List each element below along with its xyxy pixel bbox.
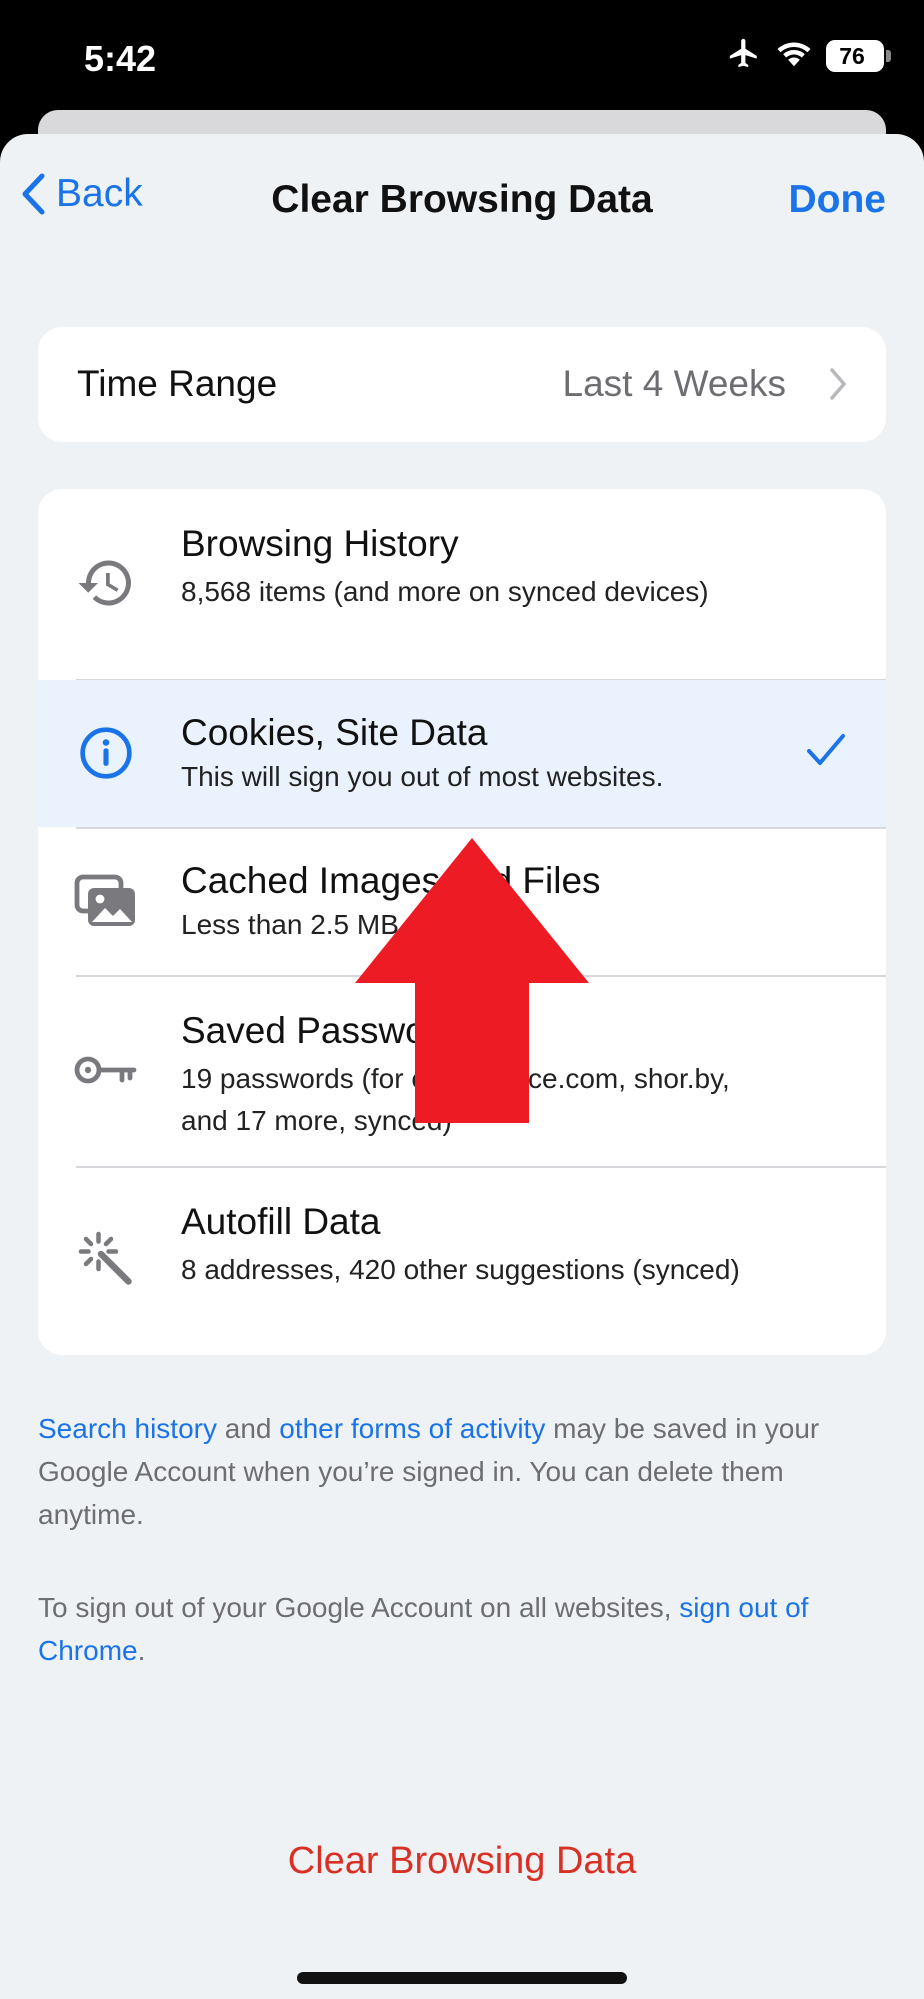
row-title: Autofill Data <box>181 1201 381 1242</box>
row-subtitle: 8,568 items (and more on synced devices) <box>181 576 709 607</box>
wifi-icon <box>776 38 812 73</box>
time-range-row[interactable]: Time Range Last 4 Weeks <box>38 327 886 442</box>
history-icon <box>74 551 138 615</box>
navigation-bar: Back Clear Browsing Data Done <box>0 134 924 270</box>
battery-indicator: 76 <box>826 39 891 72</box>
time-range-value: Last 4 Weeks <box>562 363 786 404</box>
home-indicator <box>297 1972 627 1984</box>
footer-text: . <box>137 1635 146 1666</box>
checkmark-icon <box>807 734 845 765</box>
row-subtitle: 8 addresses, 420 other suggestions (sync… <box>181 1254 740 1285</box>
sign-out-note: To sign out of your Google Account on al… <box>38 1586 858 1672</box>
cookies-site-data-row[interactable]: Cookies, Site Data This will sign you ou… <box>38 680 886 827</box>
footer-text: and <box>216 1413 280 1444</box>
done-button[interactable]: Done <box>789 178 887 222</box>
images-icon <box>74 870 138 934</box>
airplane-icon <box>726 36 762 75</box>
other-activity-link[interactable]: other forms of activity <box>279 1413 545 1444</box>
clear-browsing-data-button[interactable]: Clear Browsing Data <box>0 1840 924 1883</box>
row-title: Cookies, Site Data <box>181 712 488 753</box>
autofill-data-row[interactable]: Autofill Data 8 addresses, 420 other sug… <box>38 1167 886 1355</box>
page-title: Clear Browsing Data <box>271 178 653 221</box>
chevron-right-icon <box>830 368 846 400</box>
red-arrow-annotation <box>355 838 589 1123</box>
status-icons: 76 <box>726 36 891 75</box>
account-activity-note: Search history and other forms of activi… <box>38 1407 858 1536</box>
battery-cap <box>886 49 891 62</box>
info-icon <box>74 721 138 785</box>
status-time: 5:42 <box>84 38 157 79</box>
magic-wand-icon <box>74 1227 138 1291</box>
row-title: Browsing History <box>181 523 459 564</box>
footer-text: To sign out of your Google Account on al… <box>38 1592 680 1623</box>
key-icon <box>74 1038 138 1102</box>
battery-level: 76 <box>839 42 865 69</box>
search-history-link[interactable]: Search history <box>38 1413 217 1444</box>
browsing-history-row[interactable]: Browsing History 8,568 items (and more o… <box>38 489 886 679</box>
row-subtitle: This will sign you out of most websites. <box>181 761 664 792</box>
time-range-label: Time Range <box>77 363 278 404</box>
